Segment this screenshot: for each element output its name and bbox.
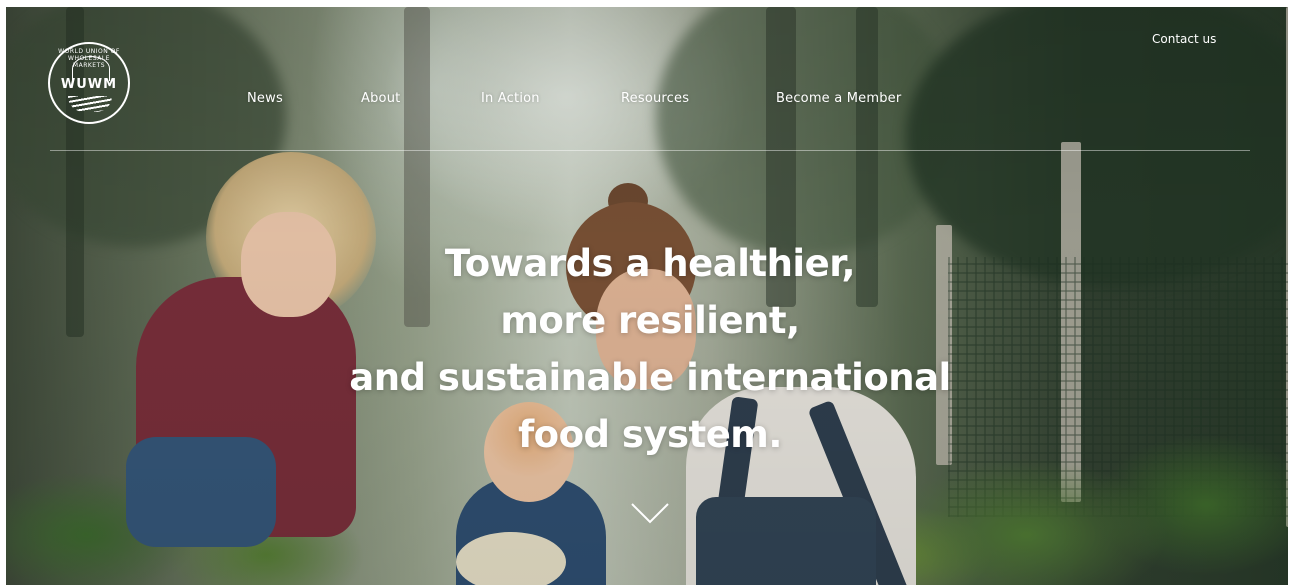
chevron-down-icon[interactable] bbox=[630, 500, 670, 526]
headline-line-1: Towards a healthier, bbox=[444, 242, 856, 285]
fields-icon bbox=[68, 96, 112, 112]
nav-item-resources[interactable]: Resources bbox=[621, 91, 689, 106]
headline-line-2: more resilient, bbox=[500, 299, 800, 342]
wuwm-logo[interactable]: WORLD UNION OF WHOLESALE MARKETS WUWM bbox=[48, 42, 130, 124]
headline-line-4: food system. bbox=[518, 413, 782, 456]
headline-line-3: and sustainable international bbox=[349, 356, 951, 399]
header-divider bbox=[50, 150, 1250, 151]
nav-item-news[interactable]: News bbox=[247, 91, 283, 106]
hero-headline: Towards a healthier, more resilient, and… bbox=[280, 235, 1020, 463]
contact-us-link[interactable]: Contact us bbox=[1152, 32, 1216, 46]
nav-item-about[interactable]: About bbox=[361, 91, 400, 106]
logo-text: WUWM bbox=[60, 77, 118, 92]
nav-item-become-a-member[interactable]: Become a Member bbox=[776, 91, 901, 106]
nav-item-in-action[interactable]: In Action bbox=[481, 91, 540, 106]
